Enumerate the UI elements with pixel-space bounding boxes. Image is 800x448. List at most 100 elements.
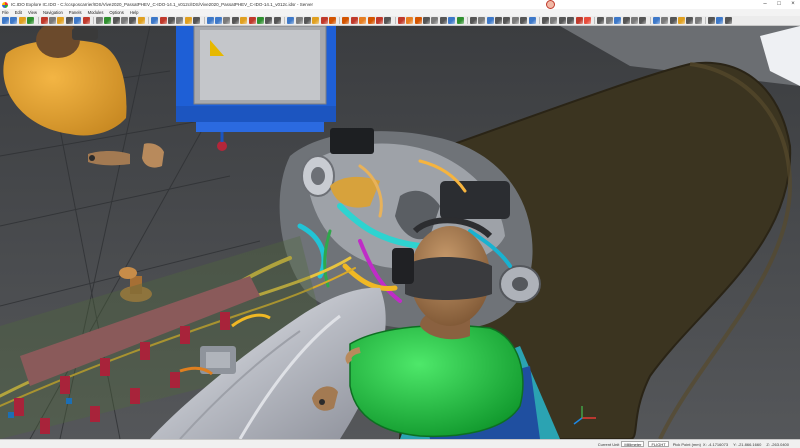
toolbar-tool-icon[interactable] [65, 17, 73, 24]
toolbar-tool-icon[interactable] [121, 17, 129, 24]
toolbar-tool-icon[interactable] [669, 17, 677, 24]
toolbar-tool-icon[interactable] [159, 17, 167, 24]
toolbar-tool-icon[interactable] [584, 17, 591, 24]
toolbar-tool-icon[interactable] [57, 17, 65, 24]
minimize-button[interactable]: – [758, 0, 772, 9]
toolbar-tool-icon[interactable] [342, 17, 350, 24]
toolbar-tool-icon[interactable] [112, 17, 120, 24]
toolbar-tool-icon[interactable] [2, 17, 9, 24]
toolbar-tool-icon[interactable] [367, 17, 375, 24]
toolbar-tool-icon[interactable] [248, 17, 256, 24]
menu-modules[interactable]: Modules [88, 10, 104, 15]
toolbar-tool-icon[interactable] [273, 17, 281, 24]
close-button[interactable]: × [786, 0, 800, 9]
toolbar-tool-icon[interactable] [558, 17, 566, 24]
toolbar-tool-icon[interactable] [439, 17, 447, 24]
toolbar-tool-icon[interactable] [520, 17, 528, 24]
toolbar-tool-icon[interactable] [137, 17, 145, 24]
toolbar-tool-icon[interactable] [376, 17, 384, 24]
toolbar-tool-icon[interactable] [575, 17, 583, 24]
toolbar-tool-icon[interactable] [295, 17, 303, 24]
toolbar-tool-icon[interactable] [597, 17, 605, 24]
toolbar-tool-icon[interactable] [95, 17, 103, 24]
toolbar-tool-icon[interactable] [384, 17, 392, 24]
toolbar-tool-icon[interactable] [18, 17, 26, 24]
toolbar-tool-icon[interactable] [27, 17, 35, 24]
3d-viewport[interactable] [0, 26, 800, 439]
toolbar-tool-icon[interactable] [652, 17, 660, 24]
toolbar-tool-icon[interactable] [303, 17, 311, 24]
toolbar-tool-icon[interactable] [397, 17, 405, 24]
toolbar-tool-icon[interactable] [686, 17, 694, 24]
toolbar-separator [203, 17, 205, 24]
toolbar-tool-icon[interactable] [528, 17, 536, 24]
menu-help[interactable]: Help [130, 10, 139, 15]
toolbar-tool-icon[interactable] [184, 17, 192, 24]
toolbar-tool-icon[interactable] [422, 17, 430, 24]
toolbar-tool-icon[interactable] [431, 17, 439, 24]
toolbar-tool-icon[interactable] [677, 17, 685, 24]
menu-view[interactable]: View [28, 10, 37, 15]
toolbar-tool-icon[interactable] [716, 17, 724, 24]
pick-point-x: X: -4.1716073 [702, 441, 729, 447]
toolbar-tool-icon[interactable] [231, 17, 239, 24]
toolbar-tool-icon[interactable] [151, 17, 159, 24]
unit-select[interactable]: Millimeter [621, 441, 645, 447]
toolbar-tool-icon[interactable] [622, 17, 630, 24]
toolbar-tool-icon[interactable] [448, 17, 456, 24]
toolbar-tool-icon[interactable] [542, 17, 550, 24]
toolbar-tool-icon[interactable] [567, 17, 575, 24]
toolbar-tool-icon[interactable] [320, 17, 328, 24]
toolbar-tool-icon[interactable] [82, 17, 90, 24]
user-avatar-icon[interactable] [546, 0, 555, 9]
toolbar-tool-icon[interactable] [129, 17, 137, 24]
toolbar-tool-icon[interactable] [630, 17, 638, 24]
toolbar-tool-icon[interactable] [168, 17, 176, 24]
menu-options[interactable]: Options [109, 10, 123, 15]
navigation-mode-select[interactable]: FLIGHT [648, 441, 669, 447]
menu-edit[interactable]: Edit [15, 10, 22, 15]
toolbar-tool-icon[interactable] [503, 17, 511, 24]
toolbar-tool-icon[interactable] [550, 17, 558, 24]
toolbar-tool-icon[interactable] [240, 17, 248, 24]
toolbar-tool-icon[interactable] [724, 17, 732, 24]
toolbar-tool-icon[interactable] [329, 17, 337, 24]
toolbar-tool-icon[interactable] [478, 17, 486, 24]
toolbar-tool-icon[interactable] [74, 17, 82, 24]
toolbar-tool-icon[interactable] [469, 17, 477, 24]
toolbar-tool-icon[interactable] [359, 17, 367, 24]
toolbar-tool-icon[interactable] [312, 17, 320, 24]
scene-render[interactable] [0, 26, 800, 439]
toolbar-tool-icon[interactable] [206, 17, 214, 24]
toolbar-tool-icon[interactable] [511, 17, 519, 24]
toolbar-tool-icon[interactable] [495, 17, 503, 24]
app-logo-icon [2, 1, 8, 8]
toolbar-tool-icon[interactable] [214, 17, 222, 24]
toolbar-tool-icon[interactable] [223, 17, 231, 24]
toolbar-tool-icon[interactable] [176, 17, 184, 24]
toolbar-tool-icon[interactable] [661, 17, 669, 24]
toolbar-tool-icon[interactable] [104, 17, 112, 24]
toolbar-tool-icon[interactable] [639, 17, 647, 24]
menu-panels[interactable]: Panels [69, 10, 82, 15]
toolbar-tool-icon[interactable] [708, 17, 716, 24]
toolbar-tool-icon[interactable] [694, 17, 702, 24]
toolbar-tool-icon[interactable] [193, 17, 201, 24]
maximize-button[interactable]: □ [772, 0, 786, 9]
toolbar-tool-icon[interactable] [10, 17, 18, 24]
menu-file[interactable]: File [2, 10, 9, 15]
toolbar-tool-icon[interactable] [40, 17, 48, 24]
toolbar-tool-icon[interactable] [350, 17, 358, 24]
toolbar-tool-icon[interactable] [486, 17, 494, 24]
toolbar-tool-icon[interactable] [265, 17, 273, 24]
menu-navigation[interactable]: Navigation [43, 10, 63, 15]
toolbar-tool-icon[interactable] [605, 17, 613, 24]
toolbar-tool-icon[interactable] [256, 17, 264, 24]
toolbar-tool-icon[interactable] [48, 17, 56, 24]
toolbar-tool-icon[interactable] [287, 17, 295, 24]
toolbar-tool-icon[interactable] [414, 17, 422, 24]
toolbar-tool-icon[interactable] [614, 17, 622, 24]
toolbar-tool-icon[interactable] [456, 17, 464, 24]
menu-bar: File Edit View Navigation Panels Modules… [0, 9, 800, 16]
toolbar-tool-icon[interactable] [406, 17, 414, 24]
